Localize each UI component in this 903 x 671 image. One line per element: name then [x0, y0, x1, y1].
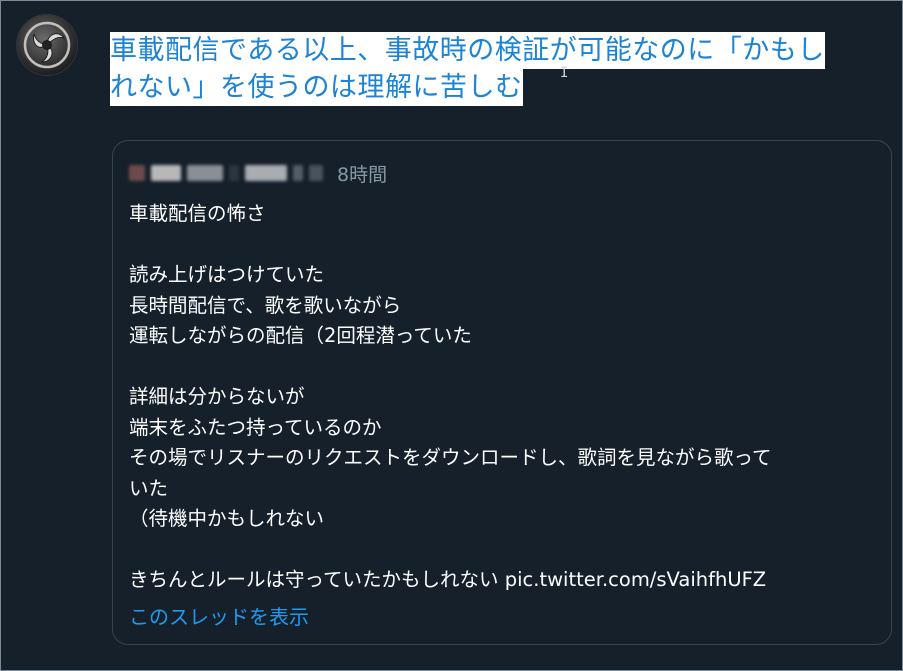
quoted-tweet-line: 車載配信の怖さ [129, 202, 266, 225]
tweet-text-line-1: 車載配信である以上、事故時の検証が可能なのに「かもし [110, 32, 825, 69]
quoted-tweet-line: 運転しながらの配信（2回程潜っていた [129, 324, 472, 347]
quoted-tweet-line: 端末をふたつ持っているのか [129, 415, 382, 439]
text-cursor-icon: I [560, 65, 569, 81]
quoted-tweet-line: 詳細は分からないが [129, 385, 305, 408]
quoted-tweet-header: 8時間 [129, 160, 387, 187]
tomoe-crest-icon [23, 21, 71, 69]
quoted-tweet-body: 車載配信の怖さ 読み上げはつけていた 長時間配信で、歌を歌いながら 運転しながら… [129, 199, 879, 596]
quoted-tweet-line: いた [129, 476, 169, 500]
show-thread-link[interactable]: このスレッドを表示 [129, 601, 309, 630]
quoted-tweet-line [129, 352, 879, 383]
quoted-tweet-timestamp[interactable]: 8時間 [337, 160, 387, 187]
quoted-tweet-line [129, 230, 879, 261]
quoted-tweet-line: きちんとルールは守っていたかもしれない pic.twitter.com/sVai… [129, 568, 767, 591]
tweet-text-line-2: れない」を使うのは理解に苦しむ [110, 69, 523, 106]
quoted-tweet-line [129, 535, 879, 566]
tweet-text: 車載配信である以上、事故時の検証が可能なのに「かもし れない」を使うのは理解に苦… [110, 32, 880, 106]
blurred-user-name [129, 165, 323, 181]
quoted-tweet-card[interactable]: 8時間 車載配信の怖さ 読み上げはつけていた 長時間配信で、歌を歌いながら 運転… [112, 140, 892, 645]
quoted-tweet-line: （待機中かもしれない [129, 507, 325, 530]
quoted-tweet-line: 長時間配信で、歌を歌いながら [129, 293, 402, 317]
quoted-tweet-line: 読み上げはつけていた [129, 263, 325, 286]
avatar[interactable] [16, 14, 78, 76]
quoted-tweet-line: その場でリスナーのリクエストをダウンロードし、歌詞を見ながら歌って [129, 446, 772, 469]
